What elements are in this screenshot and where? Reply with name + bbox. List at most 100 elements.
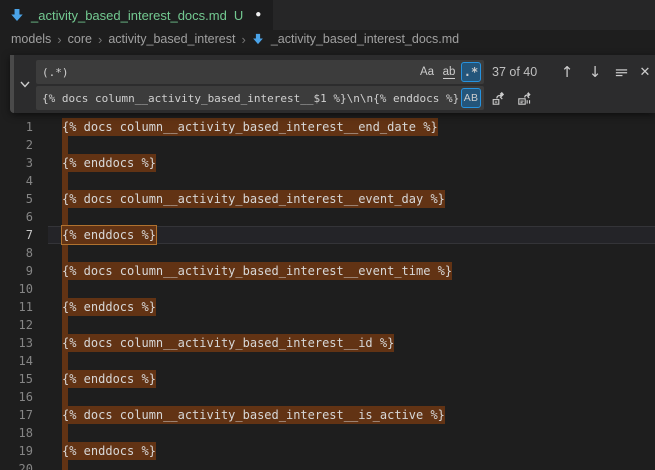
line-number: 6 <box>0 208 33 226</box>
editor-line[interactable]: 13 {% docs column__activity_based_interes… <box>0 334 655 352</box>
line-number: 7 <box>0 226 33 244</box>
close-icon: ✕ <box>640 65 651 80</box>
whole-word-button[interactable]: ab <box>439 62 459 82</box>
line-number: 5 <box>0 190 33 208</box>
line-content[interactable]: {% enddocs %} <box>62 370 655 388</box>
editor-line[interactable]: 2 <box>0 136 655 154</box>
preserve-case-button[interactable]: AB <box>461 88 481 108</box>
search-match: {% docs column__activity_based_interest_… <box>62 190 445 208</box>
empty-line-search-match <box>62 316 68 334</box>
editor-line[interactable]: 7 {% enddocs %} <box>0 226 655 244</box>
line-content[interactable]: {% docs column__activity_based_interest_… <box>62 334 655 352</box>
editor-line[interactable]: 11{% enddocs %} <box>0 298 655 316</box>
breadcrumb-item-core[interactable]: core <box>68 32 92 46</box>
line-number: 4 <box>0 172 33 190</box>
replace-input-value: {% docs column__activity_based_interest_… <box>42 92 459 105</box>
line-content[interactable] <box>62 424 655 442</box>
line-number: 2 <box>0 136 33 154</box>
unsaved-changes-icon[interactable]: ● <box>255 0 261 30</box>
editor-line[interactable]: 12 <box>0 316 655 334</box>
breadcrumb-item-folder[interactable]: activity_based_interest <box>108 32 235 46</box>
find-in-selection-button[interactable] <box>610 61 632 83</box>
markdown-file-icon <box>10 8 24 22</box>
line-content[interactable] <box>62 388 655 406</box>
line-number: 9 <box>0 262 33 280</box>
find-input[interactable]: (.*) Aa ab .* <box>36 60 484 84</box>
line-number: 13 <box>0 334 33 352</box>
line-number: 18 <box>0 424 33 442</box>
line-number: 3 <box>0 154 33 172</box>
line-content[interactable] <box>62 172 655 190</box>
selection-lines-icon <box>614 65 629 80</box>
current-search-match: {% enddocs %} <box>62 226 156 244</box>
editor-line[interactable]: 20 <box>0 460 655 470</box>
editor-line[interactable]: 9 {% docs column__activity_based_interest… <box>0 262 655 280</box>
editor-line[interactable]: 8 <box>0 244 655 262</box>
chevron-right-icon: › <box>97 32 103 47</box>
line-number: 12 <box>0 316 33 334</box>
breadcrumb-item-models[interactable]: models <box>11 32 51 46</box>
editor-line[interactable]: 16 <box>0 388 655 406</box>
empty-line-search-match <box>62 352 68 370</box>
search-match: {% enddocs %} <box>62 154 156 172</box>
line-content[interactable] <box>62 352 655 370</box>
empty-line-search-match <box>62 208 68 226</box>
replace-icon <box>491 90 507 106</box>
editor-line[interactable]: 14 <box>0 352 655 370</box>
line-content[interactable] <box>62 136 655 154</box>
toggle-replace-button[interactable] <box>16 55 34 113</box>
match-case-button[interactable]: Aa <box>417 62 437 82</box>
line-number: 10 <box>0 280 33 298</box>
breadcrumb-item-file[interactable]: _activity_based_interest_docs.md <box>271 32 459 46</box>
tab-active-file[interactable]: _activity_based_interest_docs.md U ● <box>0 0 273 30</box>
empty-line-search-match <box>62 460 68 470</box>
find-replace-widget: (.*) Aa ab .* 37 of 40 ↑ ↓ ✕ {% docs <box>10 55 655 113</box>
editor-lines: 1 {% docs column__activity_based_interest… <box>0 118 655 470</box>
line-content[interactable] <box>62 316 655 334</box>
line-content[interactable]: {% docs column__activity_based_interest_… <box>62 190 655 208</box>
replace-input[interactable]: {% docs column__activity_based_interest_… <box>36 86 484 110</box>
line-content[interactable]: {% docs column__activity_based_interest_… <box>62 118 655 136</box>
line-content[interactable]: {% docs column__activity_based_interest_… <box>62 406 655 424</box>
editor-line[interactable]: 18 <box>0 424 655 442</box>
line-content[interactable]: {% enddocs %} <box>62 298 655 316</box>
editor-line[interactable]: 15{% enddocs %} <box>0 370 655 388</box>
editor-line[interactable]: 17{% docs column__activity_based_interes… <box>0 406 655 424</box>
line-number: 16 <box>0 388 33 406</box>
editor-line[interactable]: 3 {% enddocs %} <box>0 154 655 172</box>
empty-line-search-match <box>62 136 68 154</box>
line-number: 1 <box>0 118 33 136</box>
editor-line[interactable]: 4 <box>0 172 655 190</box>
vscode-editor-window: _activity_based_interest_docs.md U ● mod… <box>0 0 655 470</box>
line-content[interactable] <box>62 208 655 226</box>
match-count: 37 of 40 <box>492 60 537 84</box>
editor-line[interactable]: 5 {% docs column__activity_based_interest… <box>0 190 655 208</box>
line-content[interactable]: {% docs column__activity_based_interest_… <box>62 262 655 280</box>
next-match-button[interactable]: ↓ <box>584 61 606 83</box>
empty-line-search-match <box>62 388 68 406</box>
search-match: {% docs column__activity_based_interest_… <box>62 406 445 424</box>
empty-line-search-match <box>62 172 68 190</box>
line-number: 8 <box>0 244 33 262</box>
regex-button[interactable]: .* <box>461 62 481 82</box>
replace-button[interactable] <box>488 87 510 109</box>
editor-line[interactable]: 19{% enddocs %} <box>0 442 655 460</box>
line-content[interactable]: {% enddocs %} <box>62 154 655 172</box>
editor-line[interactable]: 10 <box>0 280 655 298</box>
editor-line[interactable]: 6 <box>0 208 655 226</box>
line-content[interactable] <box>62 244 655 262</box>
close-find-widget-button[interactable]: ✕ <box>634 61 655 83</box>
find-widget-resize-sash[interactable] <box>10 55 14 113</box>
breadcrumb: models › core › activity_based_interest … <box>0 30 655 48</box>
chevron-right-icon: › <box>240 32 246 47</box>
line-content[interactable] <box>62 280 655 298</box>
line-content[interactable]: {% enddocs %} <box>62 442 655 460</box>
replace-all-icon <box>517 90 533 106</box>
search-match: {% docs column__activity_based_interest_… <box>62 118 438 136</box>
editor-line[interactable]: 1 {% docs column__activity_based_interest… <box>0 118 655 136</box>
arrow-down-icon: ↓ <box>589 65 602 80</box>
previous-match-button[interactable]: ↑ <box>556 61 578 83</box>
replace-all-button[interactable] <box>514 87 536 109</box>
line-content[interactable] <box>62 460 655 470</box>
line-content[interactable]: {% enddocs %} <box>62 226 655 244</box>
